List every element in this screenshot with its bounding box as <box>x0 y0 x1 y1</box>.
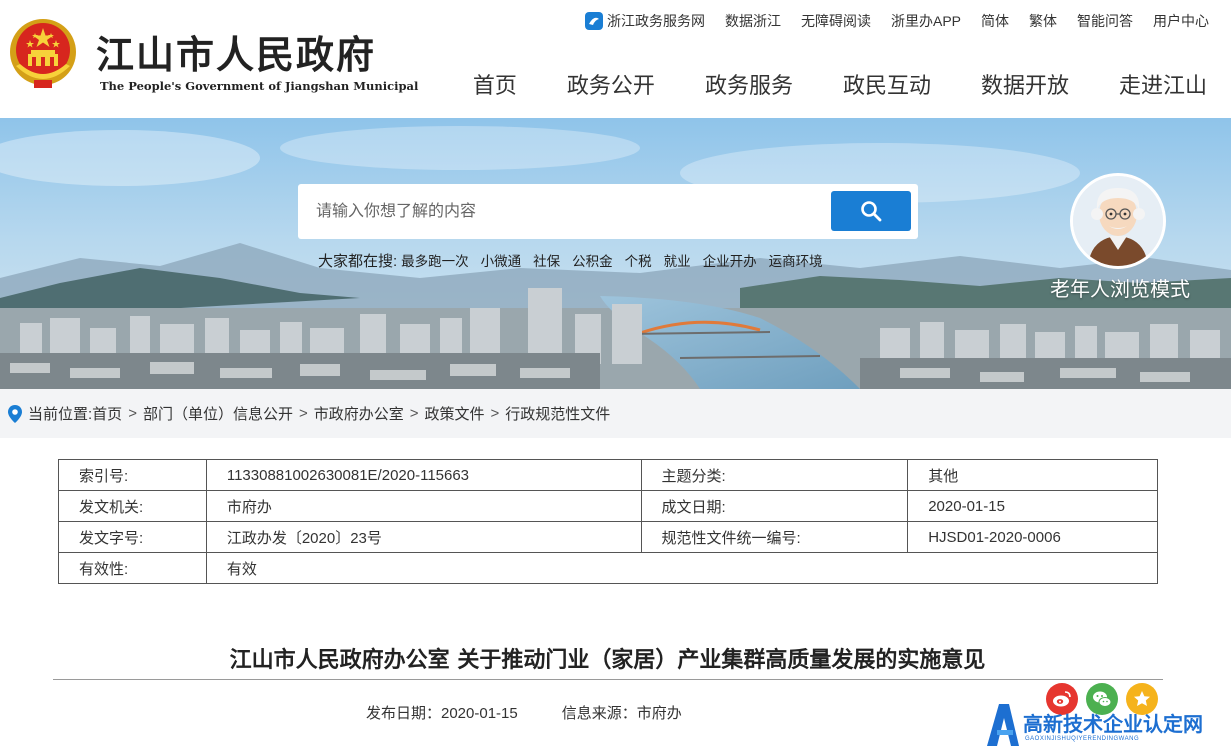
nav-home[interactable]: 首页 <box>473 68 517 100</box>
national-emblem-icon[interactable] <box>8 14 78 92</box>
top-link-traditional[interactable]: 繁体 <box>1029 11 1057 31</box>
search-icon <box>861 201 882 222</box>
top-link-user-center[interactable]: 用户中心 <box>1153 11 1209 31</box>
document-info-table: 索引号: 11330881002630081E/2020-115663 主题分类… <box>58 459 1159 584</box>
top-link-label: 浙江政务服务网 <box>606 13 705 29</box>
nav-open-data[interactable]: 数据开放 <box>981 68 1069 100</box>
hot-search-item[interactable]: 个税 <box>625 250 652 271</box>
top-link-zjzwfw[interactable]: 浙江政务服务网 <box>584 11 705 31</box>
info-label: 发文字号: <box>58 521 207 553</box>
breadcrumb-policy-docs[interactable]: 政策文件 <box>425 403 485 424</box>
breadcrumb-dept-info[interactable]: 部门（单位）信息公开 <box>143 403 293 424</box>
hero-banner: 大家都在搜: 最多跑一次 小微通 社保 公积金 个税 就业 企业开办 运商环境 <box>0 118 1231 389</box>
breadcrumb-separator: > <box>409 405 419 422</box>
watermark-logo-icon <box>987 704 1019 746</box>
nav-about-jiangshan[interactable]: 走进江山 <box>1119 68 1207 100</box>
breadcrumb: 当前位置: 首页 > 部门（单位）信息公开 > 市政府办公室 > 政策文件 > … <box>0 389 1231 438</box>
title-divider <box>53 679 1163 680</box>
top-link-simplified[interactable]: 简体 <box>981 11 1009 31</box>
elder-mode-label: 老年人浏览模式 <box>1050 279 1190 301</box>
watermark-subtext: GAOXINJISHUQIYERENDINGWANG <box>1025 736 1140 742</box>
table-row: 发文字号: 江政办发〔2020〕23号 规范性文件统一编号: HJSD01-20… <box>58 521 1158 553</box>
hot-search: 大家都在搜: 最多跑一次 小微通 社保 公积金 个税 就业 企业开办 运商环境 <box>318 250 835 271</box>
breadcrumb-home[interactable]: 首页 <box>92 403 122 424</box>
nav-interaction[interactable]: 政民互动 <box>843 68 931 100</box>
nav-gov-services[interactable]: 政务服务 <box>705 68 793 100</box>
search-input[interactable] <box>308 192 828 232</box>
watermark-text: 高新技术企业认定网 <box>1023 712 1203 736</box>
hot-search-item[interactable]: 最多跑一次 <box>401 250 469 271</box>
top-links: 浙江政务服务网 数据浙江 无障碍阅读 浙里办APP 简体 繁体 智能问答 用户中… <box>584 11 1209 31</box>
breadcrumb-label: 当前位置: <box>28 406 93 423</box>
info-value: HJSD01-2020-0006 <box>907 521 1158 553</box>
hot-search-item[interactable]: 运商环境 <box>769 250 823 271</box>
top-link-data-zhejiang[interactable]: 数据浙江 <box>725 11 781 31</box>
hot-search-item[interactable]: 企业开办 <box>703 250 757 271</box>
info-value: 2020-01-15 <box>907 490 1158 522</box>
site-subtitle: The People's Government of Jiangshan Mun… <box>100 79 419 93</box>
info-value: 市府办 <box>205 490 642 522</box>
table-row: 有效性: 有效 <box>58 552 1159 584</box>
breadcrumb-normative-docs[interactable]: 行政规范性文件 <box>505 403 610 424</box>
search-button[interactable] <box>831 191 911 231</box>
info-label: 索引号: <box>58 459 207 491</box>
info-source: 信息来源：市府办 <box>561 705 682 722</box>
elder-mode-button[interactable]: 老年人浏览模式 <box>1040 173 1200 303</box>
nav-gov-affairs-open[interactable]: 政务公开 <box>567 68 655 100</box>
watermark: 高新技术企业认定网 GAOXINJISHUQIYERENDINGWANG <box>985 700 1231 750</box>
info-label: 主题分类: <box>640 459 909 491</box>
top-link-accessibility[interactable]: 无障碍阅读 <box>801 11 871 31</box>
info-value: 有效 <box>205 552 1159 584</box>
hot-search-item[interactable]: 社保 <box>533 250 560 271</box>
info-value: 其他 <box>907 459 1158 491</box>
publish-date: 发布日期：2020-01-15 <box>366 705 518 722</box>
main-nav: 首页 政务公开 政务服务 政民互动 数据开放 走进江山 <box>473 68 1207 100</box>
top-link-smart-qa[interactable]: 智能问答 <box>1077 11 1133 31</box>
info-value: 11330881002630081E/2020-115663 <box>205 459 642 491</box>
info-label: 发文机关: <box>58 490 207 522</box>
top-link-zlb-app[interactable]: 浙里办APP <box>891 11 961 31</box>
hot-search-item[interactable]: 小微通 <box>481 250 522 271</box>
info-value: 江政办发〔2020〕23号 <box>205 521 642 553</box>
hot-search-item[interactable]: 就业 <box>664 250 691 271</box>
elder-avatar <box>1070 173 1166 269</box>
info-label: 有效性: <box>58 552 207 584</box>
table-row: 发文机关: 市府办 成文日期: 2020-01-15 <box>58 490 1158 522</box>
location-pin-icon <box>8 404 22 423</box>
breadcrumb-separator: > <box>128 405 137 422</box>
zhejiang-service-logo-icon <box>584 12 603 30</box>
hot-search-item[interactable]: 公积金 <box>572 250 613 271</box>
breadcrumb-separator: > <box>490 405 500 422</box>
site-title[interactable]: 江山市人民政府 <box>96 24 376 79</box>
info-label: 成文日期: <box>640 490 909 522</box>
info-label: 规范性文件统一编号: <box>640 521 909 553</box>
table-row: 索引号: 11330881002630081E/2020-115663 主题分类… <box>58 459 1158 491</box>
search-box <box>298 184 918 239</box>
article-meta: 发布日期：2020-01-15 信息来源：市府办 <box>366 702 726 723</box>
article-title: 江山市人民政府办公室 关于推动门业（家居）产业集群高质量发展的实施意见 <box>229 648 986 673</box>
hot-search-label: 大家都在搜: <box>318 253 398 270</box>
site-header: 江山市人民政府 The People's Government of Jiang… <box>0 0 1231 118</box>
breadcrumb-gov-office[interactable]: 市政府办公室 <box>314 403 404 424</box>
elderly-person-icon <box>1073 176 1163 266</box>
breadcrumb-separator: > <box>298 405 308 422</box>
